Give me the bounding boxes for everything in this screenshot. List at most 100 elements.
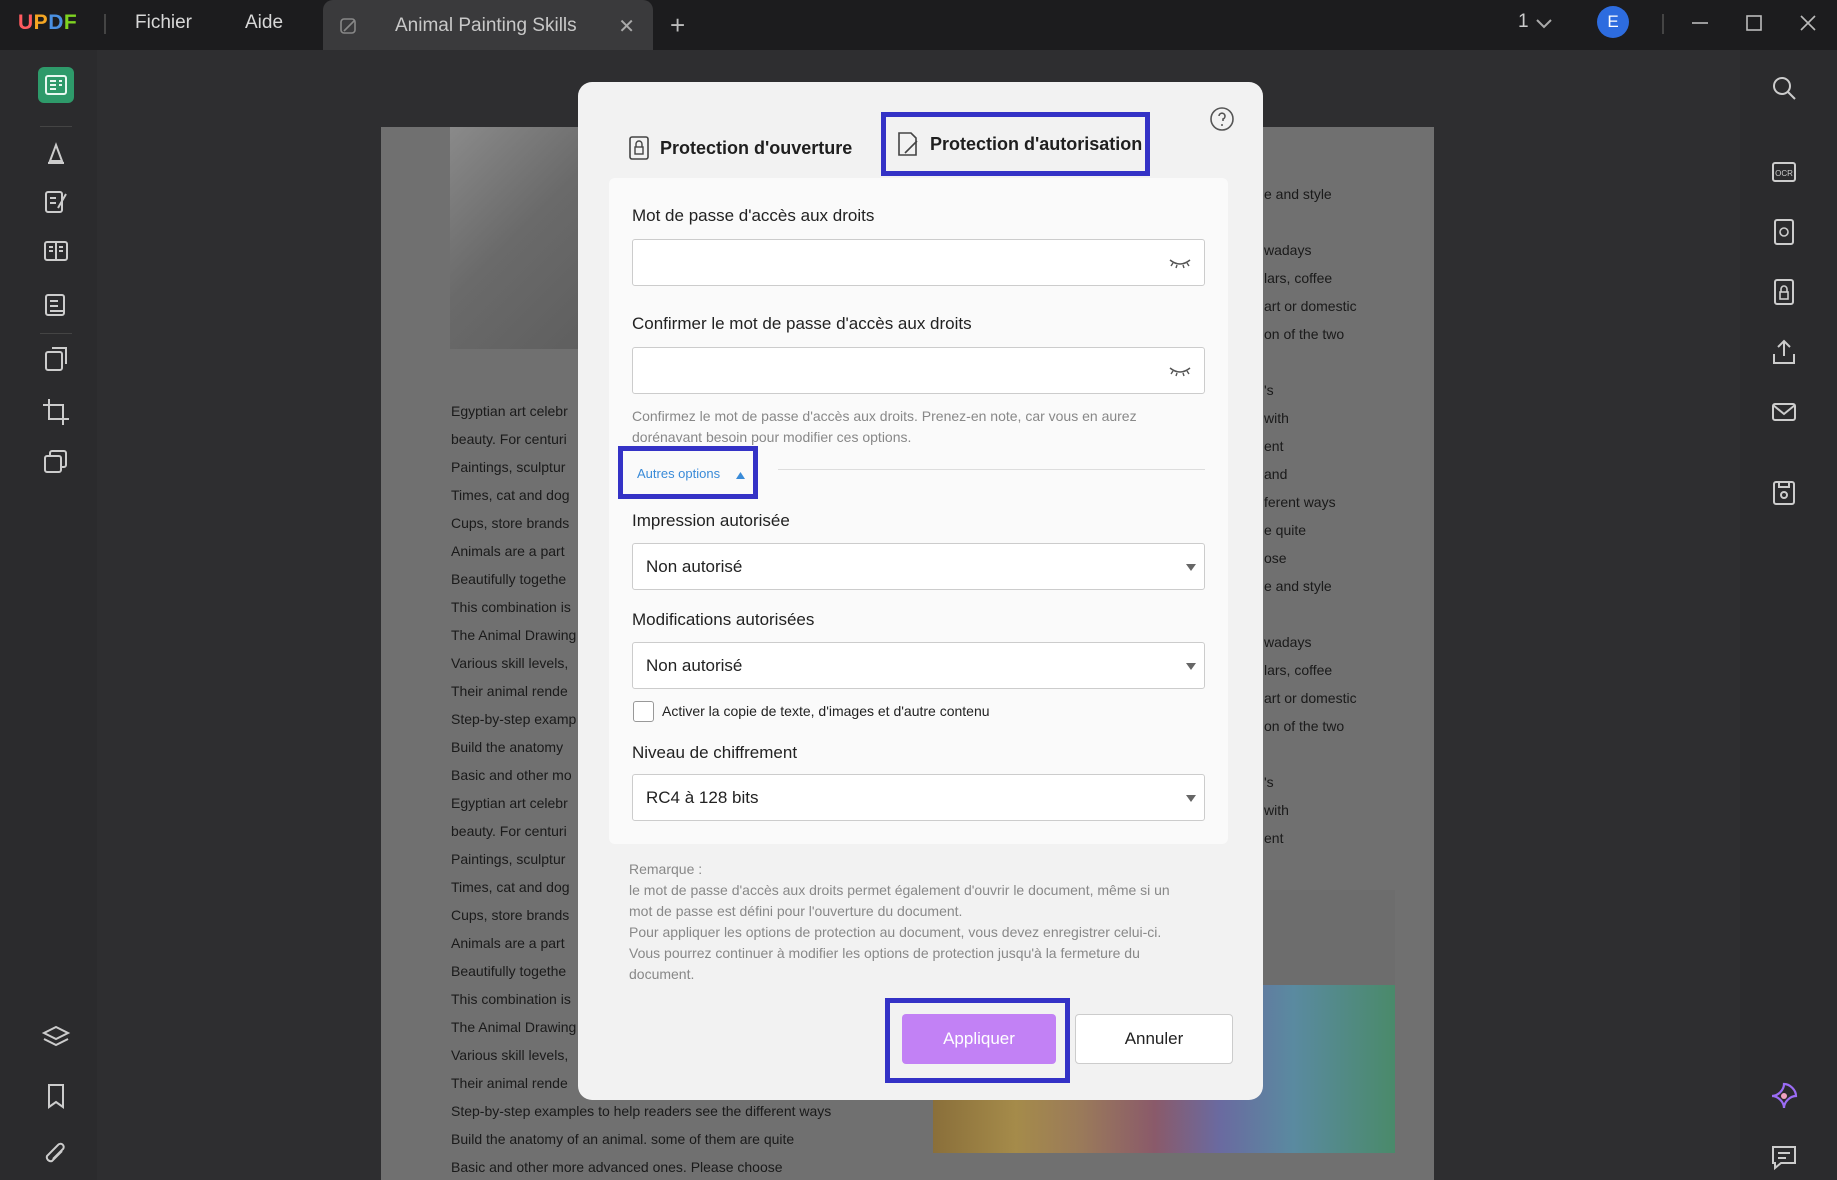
tab-permission-protection[interactable]: Protection d'autorisation (881, 112, 1150, 176)
options-divider (778, 469, 1205, 470)
sidebar-divider (40, 126, 72, 127)
document-text-line: Paintings, sculptur (451, 459, 566, 475)
edit-permission-value: Non autorisé (646, 656, 743, 675)
encryption-level-value: RC4 à 128 bits (646, 788, 759, 807)
tab-permission-label: Protection d'autorisation (930, 133, 1143, 154)
document-text-line: on of the two (1264, 718, 1345, 734)
document-tab-title: Animal Painting Skills (395, 15, 577, 36)
batch-icon (44, 450, 67, 473)
protect-button[interactable] (1768, 276, 1800, 308)
document-text-line: Beautifully togethe (451, 963, 567, 979)
print-permission-select[interactable]: Non autorisé (632, 543, 1205, 590)
page-counter[interactable]: 1 (1518, 11, 1529, 33)
comments-panel-button[interactable] (1768, 1140, 1800, 1172)
reader-icon (45, 75, 67, 95)
convert-pdf-button[interactable] (1768, 216, 1800, 248)
fill-sign-button[interactable] (38, 286, 74, 322)
lock-document-icon (629, 136, 649, 160)
help-icon[interactable] (1209, 106, 1235, 132)
encryption-level-select[interactable]: RC4 à 128 bits (632, 774, 1205, 821)
search-button[interactable] (1768, 72, 1800, 104)
remark-line: le mot de passe d'accès aux droits perme… (629, 882, 1170, 898)
save-button[interactable] (1768, 477, 1800, 509)
reader-mode-button[interactable] (38, 67, 74, 103)
perm-password-input[interactable] (633, 240, 1153, 285)
save-icon (1773, 481, 1795, 505)
ai-assistant-button[interactable] (1768, 1080, 1800, 1112)
ai-assistant-icon (1771, 1082, 1798, 1109)
search-icon (1773, 77, 1796, 100)
copy-content-label[interactable]: Activer la copie de texte, d'images et d… (662, 703, 990, 719)
more-options-toggle[interactable]: Autres options (618, 446, 758, 499)
edit-permission-select[interactable]: Non autorisé (632, 642, 1205, 689)
print-permission-value: Non autorisé (646, 557, 743, 576)
document-text-line: Build the anatomy of an animal. some of … (451, 1131, 795, 1147)
menu-fichier[interactable]: Fichier (135, 12, 192, 34)
mail-icon (1772, 403, 1796, 421)
maximize-icon[interactable] (1742, 11, 1766, 35)
document-text-line: on of the two (1264, 326, 1345, 342)
document-text-line: ent (1264, 438, 1284, 454)
document-text-line: Egyptian art celebr (451, 403, 568, 419)
document-text-line: beauty. For centuri (451, 823, 567, 839)
document-text-line: art or domestic (1264, 298, 1357, 314)
page-layout-icon (44, 241, 68, 261)
document-text-line: ferent ways (1264, 494, 1336, 510)
document-text-line: ent (1264, 830, 1284, 846)
perm-password-field[interactable] (632, 239, 1205, 286)
organize-pages-button[interactable] (38, 233, 74, 269)
document-text-line: with (1264, 802, 1289, 818)
convert-button[interactable] (38, 342, 74, 378)
email-button[interactable] (1768, 396, 1800, 428)
close-tab-icon[interactable]: ✕ (618, 14, 635, 39)
share-icon (1773, 339, 1795, 364)
confirm-password-label: Confirmer le mot de passe d'accès aux dr… (632, 314, 972, 333)
eye-closed-icon[interactable] (1168, 362, 1192, 380)
document-text-line: wadays (1264, 242, 1312, 258)
user-avatar[interactable]: E (1597, 6, 1629, 38)
ocr-button[interactable]: OCR (1768, 156, 1800, 188)
confirm-hint-text: Confirmez le mot de passe d'accès aux dr… (632, 408, 1137, 445)
dropdown-caret-icon (1186, 564, 1196, 571)
document-text-line: Basic and other mo (451, 767, 572, 783)
document-text-line: with (1264, 410, 1289, 426)
svg-text:OCR: OCR (1775, 169, 1793, 178)
close-window-icon[interactable] (1796, 11, 1820, 35)
edit-pdf-button[interactable] (38, 184, 74, 220)
document-tab[interactable]: Animal Painting Skills ✕ (323, 0, 653, 50)
minimize-icon[interactable] (1688, 11, 1712, 35)
attachments-button[interactable] (38, 1138, 74, 1174)
crop-button[interactable] (38, 394, 74, 430)
document-text-line: This combination is (451, 599, 571, 615)
document-text-line: Step-by-step examp (451, 711, 577, 727)
right-sidebar: OCR (1740, 50, 1837, 1180)
confirm-password-input[interactable] (633, 348, 1153, 393)
document-text-line: Cups, store brands (451, 515, 570, 531)
share-button[interactable] (1768, 336, 1800, 368)
lock-document-icon (1774, 279, 1794, 305)
apply-button[interactable]: Appliquer (902, 1014, 1056, 1064)
updf-logo[interactable]: UPDF (18, 11, 77, 35)
encryption-label: Niveau de chiffrement (632, 743, 798, 762)
confirm-password-field[interactable] (632, 347, 1205, 394)
left-sidebar (0, 50, 97, 1180)
batch-button[interactable] (38, 444, 74, 480)
cancel-button[interactable]: Annuler (1075, 1014, 1233, 1064)
layers-button[interactable] (38, 1019, 74, 1055)
new-tab-icon[interactable]: + (670, 10, 685, 41)
copy-content-checkbox[interactable] (633, 701, 654, 722)
tab-open-label: Protection d'ouverture (660, 137, 853, 158)
remark-line: Vous pourrez continuer à modifier les op… (629, 945, 1140, 961)
form-icon (45, 294, 65, 316)
bookmarks-button[interactable] (38, 1078, 74, 1114)
comment-tool-button[interactable] (38, 135, 74, 171)
document-text-line: Build the anatomy (451, 739, 564, 755)
eye-closed-icon[interactable] (1168, 254, 1192, 272)
document-text-line: Their animal rende (451, 1075, 568, 1091)
edit-document-icon (898, 132, 918, 156)
document-text-line: Various skill levels, (451, 655, 569, 671)
tab-open-protection[interactable]: Protection d'ouverture (628, 133, 852, 163)
chevron-down-icon[interactable] (1534, 13, 1554, 33)
document-text-line: Animals are a part (451, 543, 565, 559)
menu-aide[interactable]: Aide (245, 12, 283, 34)
